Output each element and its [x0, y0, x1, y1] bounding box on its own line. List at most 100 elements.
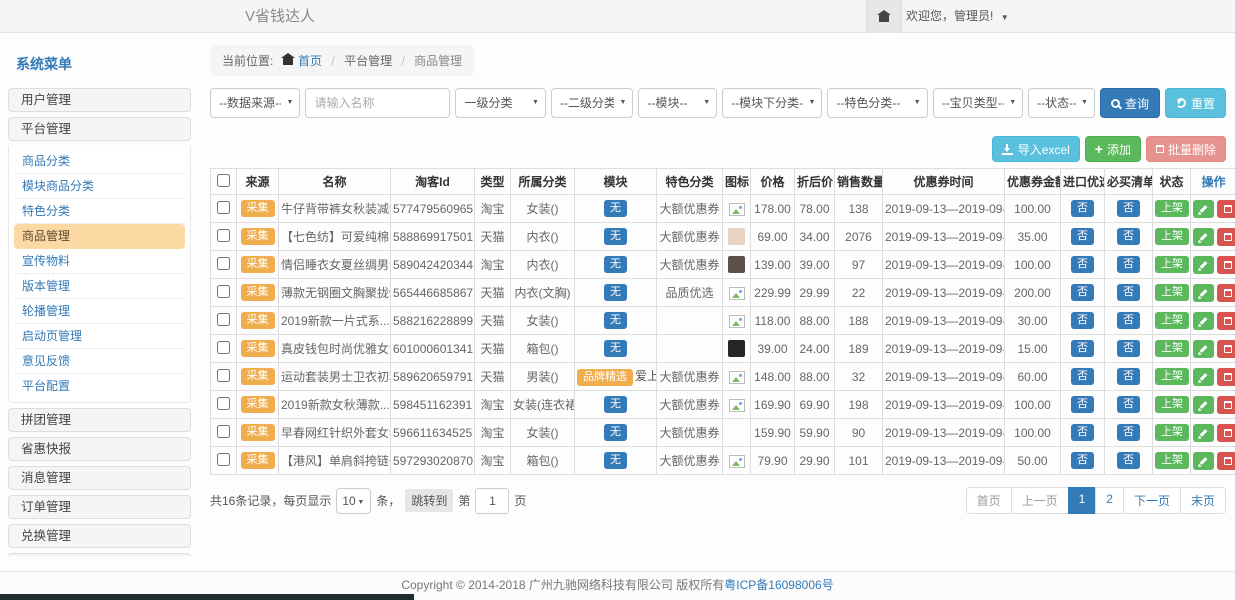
- name-input[interactable]: [305, 88, 450, 118]
- delete-button[interactable]: [1217, 200, 1235, 218]
- row-checkbox[interactable]: [217, 425, 230, 438]
- page-button-首页[interactable]: 首页: [966, 487, 1012, 514]
- row-checkbox[interactable]: [217, 285, 230, 298]
- delete-button[interactable]: [1217, 228, 1235, 246]
- edit-button[interactable]: [1193, 424, 1214, 442]
- status-badge[interactable]: 上架: [1155, 312, 1189, 329]
- must-buy-badge[interactable]: 否: [1117, 312, 1140, 329]
- module-badge[interactable]: 无: [604, 396, 627, 413]
- delete-button[interactable]: [1217, 452, 1235, 470]
- must-buy-badge[interactable]: 否: [1117, 396, 1140, 413]
- sidebar-item-订单管理[interactable]: 订单管理: [8, 495, 191, 519]
- import-select-badge[interactable]: 否: [1071, 312, 1094, 329]
- must-buy-badge[interactable]: 否: [1117, 424, 1140, 441]
- status-badge[interactable]: 上架: [1155, 368, 1189, 385]
- sidebar-item-商品分类[interactable]: 商品分类: [14, 149, 185, 174]
- feature-category-select[interactable]: --特色分类--: [827, 88, 927, 118]
- row-checkbox[interactable]: [217, 369, 230, 382]
- sidebar-item-平台配置[interactable]: 平台配置: [14, 374, 185, 399]
- data-source-select[interactable]: --数据来源--: [210, 88, 300, 118]
- sidebar-item-兑换管理[interactable]: 兑换管理: [8, 524, 191, 548]
- breadcrumb-item-platform[interactable]: 平台管理: [344, 54, 392, 68]
- import-select-badge[interactable]: 否: [1071, 200, 1094, 217]
- row-checkbox[interactable]: [217, 397, 230, 410]
- user-menu[interactable]: 欢迎您，管理员! ▼: [906, 0, 1009, 34]
- sidebar-item-轮播管理[interactable]: 轮播管理: [14, 299, 185, 324]
- edit-button[interactable]: [1193, 452, 1214, 470]
- delete-button[interactable]: [1217, 368, 1235, 386]
- row-checkbox[interactable]: [217, 201, 230, 214]
- page-button-上一页[interactable]: 上一页: [1011, 487, 1069, 514]
- jump-page-input[interactable]: [475, 488, 509, 514]
- batch-delete-button[interactable]: 批量删除: [1146, 136, 1226, 162]
- delete-button[interactable]: [1217, 312, 1235, 330]
- import-select-badge[interactable]: 否: [1071, 256, 1094, 273]
- level1-category-select[interactable]: 一级分类: [455, 88, 545, 118]
- module-badge[interactable]: 无: [604, 424, 627, 441]
- edit-button[interactable]: [1193, 228, 1214, 246]
- module-badge[interactable]: 无: [604, 284, 627, 301]
- edit-button[interactable]: [1193, 256, 1214, 274]
- edit-button[interactable]: [1193, 368, 1214, 386]
- import-select-badge[interactable]: 否: [1071, 228, 1094, 245]
- import-select-badge[interactable]: 否: [1071, 368, 1094, 385]
- module-badge[interactable]: 无: [604, 340, 627, 357]
- must-buy-badge[interactable]: 否: [1117, 200, 1140, 217]
- page-size-select[interactable]: 10: [336, 488, 371, 514]
- status-badge[interactable]: 上架: [1155, 424, 1189, 441]
- status-select[interactable]: --状态--: [1028, 88, 1095, 118]
- must-buy-badge[interactable]: 否: [1117, 452, 1140, 469]
- sidebar-item-平台管理[interactable]: 平台管理: [8, 117, 191, 141]
- row-checkbox[interactable]: [217, 257, 230, 270]
- row-checkbox[interactable]: [217, 341, 230, 354]
- delete-button[interactable]: [1217, 340, 1235, 358]
- status-badge[interactable]: 上架: [1155, 200, 1189, 217]
- module-badge[interactable]: 无: [604, 228, 627, 245]
- delete-button[interactable]: [1217, 256, 1235, 274]
- module-subcategory-select[interactable]: --模块下分类--: [722, 88, 822, 118]
- sidebar-item-商品管理[interactable]: 商品管理: [14, 224, 185, 249]
- must-buy-badge[interactable]: 否: [1117, 228, 1140, 245]
- status-badge[interactable]: 上架: [1155, 452, 1189, 469]
- status-badge[interactable]: 上架: [1155, 284, 1189, 301]
- import-select-badge[interactable]: 否: [1071, 340, 1094, 357]
- import-select-badge[interactable]: 否: [1071, 396, 1094, 413]
- add-button[interactable]: + 添加: [1085, 136, 1141, 162]
- page-button-下一页[interactable]: 下一页: [1123, 487, 1181, 514]
- sidebar-item-用户管理[interactable]: 用户管理: [8, 88, 191, 112]
- must-buy-badge[interactable]: 否: [1117, 256, 1140, 273]
- sidebar-item-宣传物料[interactable]: 宣传物料: [14, 249, 185, 274]
- sidebar-item-启动页管理[interactable]: 启动页管理: [14, 324, 185, 349]
- import-select-badge[interactable]: 否: [1071, 284, 1094, 301]
- level2-category-select[interactable]: --二级分类--: [551, 88, 634, 118]
- delete-button[interactable]: [1217, 284, 1235, 302]
- item-type-select[interactable]: --宝贝类型--: [933, 88, 1023, 118]
- sidebar-item-拼团管理[interactable]: 拼团管理: [8, 408, 191, 432]
- home-button[interactable]: [866, 0, 902, 33]
- sidebar-item-版本管理[interactable]: 版本管理: [14, 274, 185, 299]
- sidebar-item-提现管理[interactable]: 提现管理: [8, 553, 191, 556]
- sidebar-item-意见反馈[interactable]: 意见反馈: [14, 349, 185, 374]
- sidebar-item-模块商品分类[interactable]: 模块商品分类: [14, 174, 185, 199]
- must-buy-badge[interactable]: 否: [1117, 368, 1140, 385]
- sidebar-item-特色分类[interactable]: 特色分类: [14, 199, 185, 224]
- module-badge[interactable]: 品牌精选: [577, 369, 633, 386]
- import-excel-button[interactable]: 导入excel: [992, 136, 1080, 162]
- jump-button[interactable]: 跳转到: [405, 489, 453, 512]
- query-button[interactable]: 查询: [1100, 88, 1160, 118]
- module-badge[interactable]: 无: [604, 312, 627, 329]
- edit-button[interactable]: [1193, 200, 1214, 218]
- module-badge[interactable]: 无: [604, 256, 627, 273]
- sidebar-item-消息管理[interactable]: 消息管理: [8, 466, 191, 490]
- edit-button[interactable]: [1193, 312, 1214, 330]
- page-button-末页[interactable]: 末页: [1180, 487, 1226, 514]
- reset-button[interactable]: 重置: [1165, 88, 1226, 118]
- status-badge[interactable]: 上架: [1155, 256, 1189, 273]
- edit-button[interactable]: [1193, 340, 1214, 358]
- icp-link[interactable]: 粤ICP备16098006号: [724, 578, 833, 592]
- page-button-1[interactable]: 1: [1068, 487, 1097, 514]
- status-badge[interactable]: 上架: [1155, 228, 1189, 245]
- module-badge[interactable]: 无: [604, 200, 627, 217]
- must-buy-badge[interactable]: 否: [1117, 340, 1140, 357]
- status-badge[interactable]: 上架: [1155, 340, 1189, 357]
